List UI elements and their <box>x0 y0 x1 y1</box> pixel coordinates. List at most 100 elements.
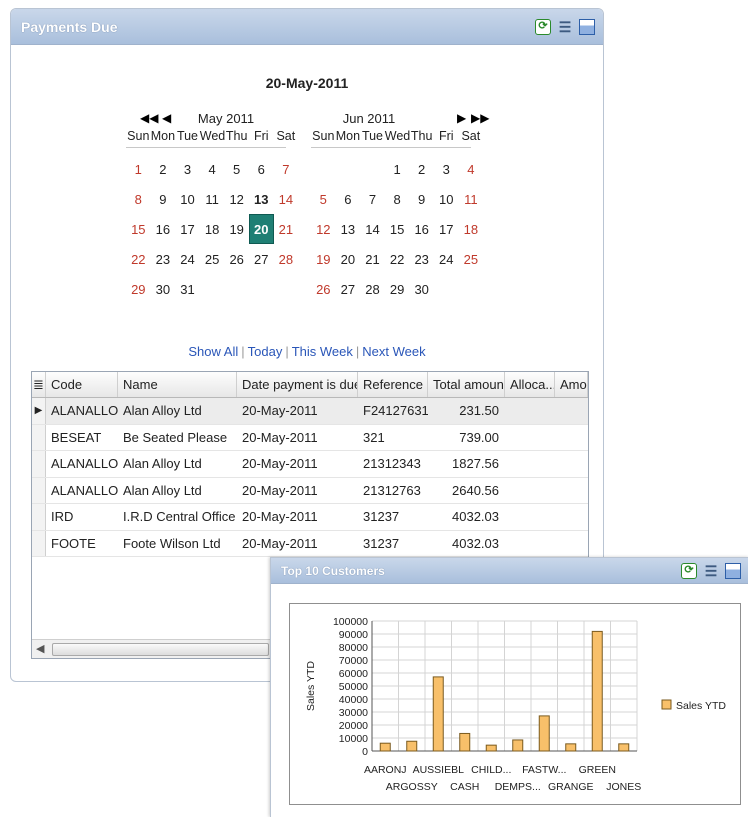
day-cell[interactable]: 7 <box>360 184 385 214</box>
table-row[interactable]: ALANALLO Alan Alloy Ltd 20-May-2011 2131276… <box>32 477 588 504</box>
day-cell[interactable]: 12 <box>311 214 336 244</box>
column-chooser-icon[interactable]: ☰ <box>703 563 719 579</box>
today-link[interactable]: Today <box>248 344 283 359</box>
table-row[interactable]: BESEAT Be Seated Please 20-May-2011 321 739.… <box>32 424 588 451</box>
day-cell[interactable]: 17 <box>434 214 459 244</box>
y-tick-label: 60000 <box>339 668 368 680</box>
x-tick-label: AARONJ <box>364 764 407 776</box>
row-selector[interactable] <box>32 504 46 530</box>
scrollbar-thumb[interactable] <box>52 643 269 656</box>
day-cell[interactable]: 14 <box>360 214 385 244</box>
day-cell[interactable]: 10 <box>175 184 200 214</box>
day-cell[interactable]: 5 <box>311 184 336 214</box>
day-cell[interactable]: 24 <box>175 244 200 274</box>
day-cell[interactable]: 12 <box>224 184 249 214</box>
column-header-reference[interactable]: Reference <box>358 372 428 397</box>
scroll-left-icon[interactable]: ◀ <box>36 642 44 655</box>
day-cell[interactable]: 3 <box>175 154 200 184</box>
day-cell[interactable]: 9 <box>409 184 434 214</box>
day-cell[interactable]: 27 <box>249 244 274 274</box>
day-cell[interactable]: 10 <box>434 184 459 214</box>
day-cell[interactable]: 4 <box>200 154 225 184</box>
next-month-button[interactable]: ▶ <box>457 111 466 125</box>
column-header-allocated[interactable]: Alloca... <box>505 372 555 397</box>
day-cell[interactable]: 21 <box>360 244 385 274</box>
next-year-button[interactable]: ▶▶ <box>471 111 489 125</box>
day-cell[interactable]: 1 <box>385 154 410 184</box>
column-header-date[interactable]: Date payment is due <box>237 372 358 397</box>
day-cell[interactable]: 8 <box>126 184 151 214</box>
day-cell[interactable]: 13 <box>336 214 361 244</box>
table-row[interactable]: IRD I.R.D Central Office 20-May-2011 31237 4… <box>32 504 588 531</box>
day-cell[interactable]: 21 <box>274 214 299 244</box>
table-row[interactable]: ▶ ALANALLO Alan Alloy Ltd 20-May-2011 F24127… <box>32 398 588 425</box>
day-cell[interactable]: 28 <box>274 244 299 274</box>
row-selector[interactable] <box>32 451 46 477</box>
this-week-link[interactable]: This Week <box>292 344 353 359</box>
cell-reference: F24127631 <box>363 403 428 418</box>
refresh-icon[interactable]: ⟳ <box>535 18 551 35</box>
day-cell[interactable]: 26 <box>311 274 336 304</box>
day-cell[interactable]: 27 <box>336 274 361 304</box>
day-cell[interactable]: 30 <box>409 274 434 304</box>
day-cell[interactable]: 14 <box>274 184 299 214</box>
month-label: May 2011 <box>197 111 255 126</box>
column-chooser-icon[interactable]: ☰ <box>557 19 573 35</box>
day-cell[interactable]: 1 <box>126 154 151 184</box>
row-selector[interactable] <box>32 424 46 450</box>
day-cell[interactable]: 29 <box>385 274 410 304</box>
day-cell[interactable]: 2 <box>151 154 176 184</box>
day-cell[interactable]: 23 <box>409 244 434 274</box>
column-header-amount[interactable]: Amou <box>555 372 588 397</box>
day-cell[interactable]: 29 <box>126 274 151 304</box>
column-header-code[interactable]: Code <box>46 372 118 397</box>
day-cell[interactable]: 30 <box>151 274 176 304</box>
day-cell[interactable]: 25 <box>459 244 484 274</box>
day-cell[interactable]: 26 <box>224 244 249 274</box>
day-cell[interactable]: 28 <box>360 274 385 304</box>
day-cell[interactable]: 4 <box>459 154 484 184</box>
day-cell[interactable]: 13 <box>249 184 274 214</box>
day-cell[interactable]: 16 <box>151 214 176 244</box>
day-cell[interactable]: 2 <box>409 154 434 184</box>
refresh-icon[interactable]: ⟳ <box>681 562 697 579</box>
row-selector[interactable] <box>32 477 46 503</box>
day-cell[interactable]: 3 <box>434 154 459 184</box>
day-cell[interactable]: 19 <box>311 244 336 274</box>
column-chooser-icon[interactable]: ≣ <box>32 372 46 397</box>
table-row[interactable]: ALANALLO Alan Alloy Ltd 20-May-2011 2131234… <box>32 451 588 478</box>
window-icon[interactable] <box>725 562 741 579</box>
day-cell[interactable]: 19 <box>224 214 249 244</box>
day-cell[interactable]: 22 <box>385 244 410 274</box>
day-cell[interactable]: 11 <box>459 184 484 214</box>
day-cell[interactable]: 18 <box>459 214 484 244</box>
day-cell[interactable]: 15 <box>385 214 410 244</box>
window-icon[interactable] <box>579 18 595 35</box>
day-cell[interactable]: 6 <box>249 154 274 184</box>
row-pointer-icon[interactable]: ▶ <box>32 398 46 424</box>
day-cell[interactable]: 15 <box>126 214 151 244</box>
day-cell[interactable]: 18 <box>200 214 225 244</box>
column-header-name[interactable]: Name <box>118 372 237 397</box>
legend-label: Sales YTD <box>676 700 726 712</box>
day-cell[interactable]: 22 <box>126 244 151 274</box>
day-cell[interactable]: 8 <box>385 184 410 214</box>
day-cell[interactable]: 17 <box>175 214 200 244</box>
table-row[interactable]: FOOTE Foote Wilson Ltd 20-May-2011 31237 403… <box>32 530 588 557</box>
day-cell[interactable]: 16 <box>409 214 434 244</box>
selected-day-cell[interactable]: 20 <box>248 214 274 244</box>
day-cell[interactable]: 7 <box>274 154 299 184</box>
day-cell[interactable]: 25 <box>200 244 225 274</box>
day-cell[interactable]: 5 <box>224 154 249 184</box>
row-selector[interactable] <box>32 530 46 556</box>
day-cell[interactable]: 9 <box>151 184 176 214</box>
day-cell[interactable]: 6 <box>336 184 361 214</box>
next-week-link[interactable]: Next Week <box>362 344 425 359</box>
day-cell[interactable]: 23 <box>151 244 176 274</box>
day-cell[interactable]: 24 <box>434 244 459 274</box>
day-cell[interactable]: 31 <box>175 274 200 304</box>
day-cell[interactable]: 11 <box>200 184 225 214</box>
column-header-total[interactable]: Total amount <box>428 372 505 397</box>
show-all-link[interactable]: Show All <box>188 344 238 359</box>
day-cell[interactable]: 20 <box>336 244 361 274</box>
